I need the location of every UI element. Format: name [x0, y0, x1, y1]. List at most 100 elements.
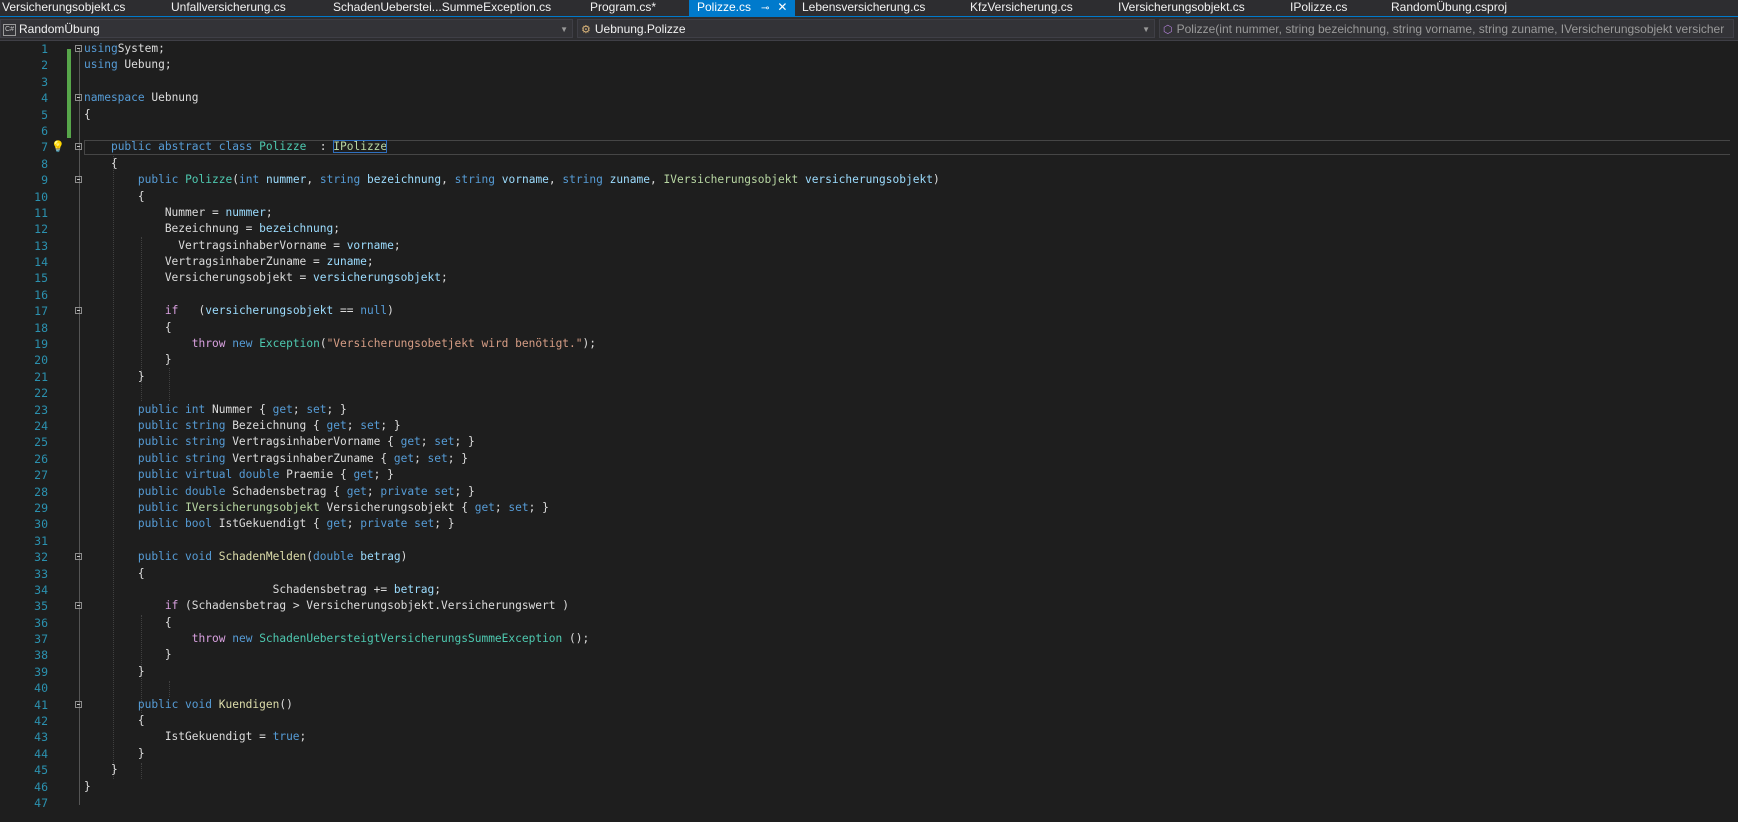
code-text: using Uebung;	[84, 58, 172, 72]
tab-label: IPolizze.cs	[1290, 0, 1348, 14]
code-line[interactable]: 21 }	[0, 369, 1738, 385]
code-line[interactable]: 15 Versicherungsobjekt = versicherungsob…	[0, 270, 1738, 286]
tab-unfallversicherung-cs[interactable]: Unfallversicherung.cs	[171, 0, 286, 16]
tab-polizze-cs[interactable]: Polizze.cs ⊸ ✕	[689, 0, 796, 16]
line-number: 23	[34, 402, 48, 417]
code-line[interactable]: 2 using Uebung;	[0, 57, 1738, 73]
collapse-icon[interactable]	[75, 602, 82, 610]
tab-label: SchadenUeberstei...SummeException.cs	[333, 0, 552, 14]
code-line[interactable]: 32 public void SchadenMelden(double betr…	[0, 549, 1738, 565]
line-number: 40	[34, 681, 48, 696]
collapse-icon[interactable]	[75, 45, 82, 52]
tab-iversicherungsobjekt-cs[interactable]: IVersicherungsobjekt.cs	[1118, 0, 1245, 16]
member-dropdown[interactable]: ⬡ Polizze(int nummer, string bezeichnung,…	[1159, 19, 1734, 38]
code-line[interactable]: 31	[0, 533, 1738, 549]
code-line[interactable]: 13 VertragsinhaberVorname = vorname;	[0, 238, 1738, 254]
code-line[interactable]: 16	[0, 287, 1738, 303]
code-line[interactable]: 30 public bool IstGekuendigt { get; priv…	[0, 516, 1738, 532]
code-line[interactable]: 28 public double Schadensbetrag { get; p…	[0, 484, 1738, 500]
tab-random-bung-csproj[interactable]: RandomÜbung.csproj	[1391, 0, 1507, 16]
code-line[interactable]: 17 if (versicherungsobjekt == null)	[0, 303, 1738, 319]
code-line[interactable]: 29 public IVersicherungsobjekt Versicher…	[0, 500, 1738, 516]
code-text: if (Schadensbetrag > Versicherungsobjekt…	[164, 599, 569, 613]
collapse-icon[interactable]	[75, 700, 82, 708]
close-icon[interactable]: ✕	[777, 0, 787, 14]
tab-versicherungsobjekt-cs[interactable]: Versicherungsobjekt.cs	[2, 0, 125, 16]
code-line[interactable]: 22	[0, 385, 1738, 401]
tab-lebensversicherung-cs[interactable]: Lebensversicherung.cs	[802, 0, 925, 16]
code-line[interactable]: 12 Bezeichnung = bezeichnung;	[0, 221, 1738, 237]
tab-schadenueberstei-summeexception-cs[interactable]: SchadenUeberstei...SummeException.cs	[333, 0, 551, 16]
code-line[interactable]: 1 usingSystem;	[0, 41, 1738, 57]
code-line[interactable]: 47	[0, 795, 1738, 811]
code-line[interactable]: 6	[0, 123, 1738, 139]
line-number: 4	[41, 91, 48, 106]
code-line[interactable]: 10 {	[0, 189, 1738, 205]
code-line[interactable]: 7 💡 public abstract class Polizze : IPoli…	[0, 139, 1738, 155]
code-line[interactable]: 18 {	[0, 320, 1738, 336]
vertical-scrollbar[interactable]	[1730, 41, 1738, 822]
collapse-icon[interactable]	[75, 307, 82, 315]
code-line[interactable]: 4 namespace Uebnung	[0, 90, 1738, 106]
pin-icon[interactable]: ⊸	[761, 3, 769, 14]
code-line[interactable]: 38 }	[0, 647, 1738, 663]
collapse-icon[interactable]	[75, 553, 82, 561]
code-line[interactable]: 44 }	[0, 746, 1738, 762]
code-line[interactable]: 8 {	[0, 156, 1738, 172]
code-text: public Polizze(int nummer, string bezeic…	[137, 173, 940, 187]
line-number: 2	[41, 58, 48, 73]
code-line[interactable]: 34 Schadensbetrag += betrag;	[0, 582, 1738, 598]
line-number: 29	[34, 500, 48, 515]
code-line[interactable]: 3	[0, 74, 1738, 90]
code-line[interactable]: 27 public virtual double Praemie { get; …	[0, 467, 1738, 483]
code-editor[interactable]: 1 usingSystem; 2 using Uebung; 3 4 namespace U…	[0, 41, 1738, 822]
tab-program-cs[interactable]: Program.cs*	[590, 0, 656, 16]
code-text: {	[84, 156, 118, 170]
code-text: }	[84, 664, 145, 678]
code-line[interactable]: 45 }	[0, 762, 1738, 778]
code-line[interactable]: 40	[0, 680, 1738, 696]
tab-ipolizze-cs[interactable]: IPolizze.cs	[1290, 0, 1347, 16]
code-line[interactable]: 24 public string Bezeichnung { get; set;…	[0, 418, 1738, 434]
code-text: {	[84, 714, 145, 728]
code-line[interactable]: 41 public void Kuendigen()	[0, 697, 1738, 713]
code-lines: 1 usingSystem; 2 using Uebung; 3 4 namespace U…	[0, 41, 1738, 811]
code-line[interactable]: 20 }	[0, 352, 1738, 368]
lightbulb-icon[interactable]: 💡	[51, 141, 65, 153]
code-line[interactable]: 39 }	[0, 664, 1738, 680]
code-line[interactable]: 26 public string VertragsinhaberZuname {…	[0, 451, 1738, 467]
code-line[interactable]: 35 if (Schadensbetrag > Versicherungsobj…	[0, 598, 1738, 614]
code-line[interactable]: 5{	[0, 107, 1738, 123]
code-line[interactable]: 46}	[0, 779, 1738, 795]
csharp-project-icon: C#	[3, 23, 16, 36]
code-text: public bool IstGekuendigt { get; private…	[137, 517, 455, 531]
line-number: 3	[41, 74, 48, 89]
type-dropdown[interactable]: ⚙ Uebnung.Polizze ▼	[577, 19, 1155, 38]
code-line[interactable]: 11 Nummer = nummer;	[0, 205, 1738, 221]
code-line[interactable]: 43 IstGekuendigt = true;	[0, 729, 1738, 745]
tab-label: Program.cs*	[590, 0, 657, 14]
code-line[interactable]: 9 public Polizze(int nummer, string beze…	[0, 172, 1738, 188]
method-icon: ⬡	[1163, 24, 1173, 36]
collapse-icon[interactable]	[75, 143, 82, 151]
line-number: 28	[34, 484, 48, 499]
line-number: 42	[34, 714, 48, 729]
project-dropdown[interactable]: C# RandomÜbung ▼	[0, 19, 573, 38]
code-text: throw new SchadenUebersteigtVersicherung…	[191, 632, 590, 646]
code-line[interactable]: 23 public int Nummer { get; set; }	[0, 402, 1738, 418]
code-line[interactable]: 14 VertragsinhaberZuname = zuname;	[0, 254, 1738, 270]
code-line[interactable]: 19 throw new Exception("Versicherungsobe…	[0, 336, 1738, 352]
member-dropdown-label: Polizze(int nummer, string bezeichnung, …	[1176, 22, 1725, 36]
code-line[interactable]: 42 {	[0, 713, 1738, 729]
tab-kfzversicherung-cs[interactable]: KfzVersicherung.cs	[970, 0, 1073, 16]
code-text: public int Nummer { get; set; }	[137, 402, 347, 416]
code-text: {	[84, 320, 172, 334]
line-number: 44	[34, 746, 48, 761]
code-line[interactable]: 36 {	[0, 615, 1738, 631]
code-text: public virtual double Praemie { get; }	[137, 468, 394, 482]
collapse-icon[interactable]	[75, 176, 82, 184]
code-line[interactable]: 25 public string VertragsinhaberVorname …	[0, 434, 1738, 450]
collapse-icon[interactable]	[75, 94, 82, 102]
code-line[interactable]: 37 throw new SchadenUebersteigtVersicher…	[0, 631, 1738, 647]
code-line[interactable]: 33 {	[0, 566, 1738, 582]
